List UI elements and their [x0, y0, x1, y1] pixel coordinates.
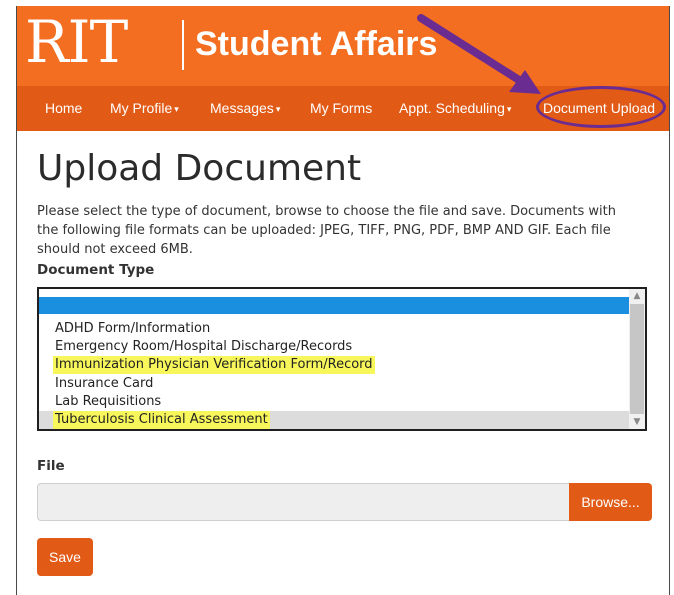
chevron-down-icon[interactable]: ▼ — [629, 415, 645, 429]
option-label: Emergency Room/Hospital Discharge/Record… — [55, 339, 353, 354]
list-option-insurance-card[interactable]: Insurance Card — [39, 375, 631, 393]
save-button[interactable]: Save — [37, 538, 93, 576]
file-input[interactable] — [37, 483, 569, 521]
chevron-down-icon: ▾ — [506, 104, 512, 114]
list-option-lab-requisitions[interactable]: Lab Requisitions — [39, 393, 631, 411]
file-label: File — [37, 458, 65, 474]
annotation-ellipse — [536, 86, 666, 128]
scroll-thumb[interactable] — [630, 304, 644, 414]
document-type-label: Document Type — [37, 262, 155, 278]
logo-divider — [182, 20, 184, 70]
list-option-immunization[interactable]: Immunization Physician Verification Form… — [39, 356, 631, 374]
nav-home-label: Home — [45, 100, 83, 116]
browse-button[interactable]: Browse... — [569, 483, 652, 521]
nav-appt-scheduling[interactable]: Appt. Scheduling ▾ — [399, 86, 511, 131]
site-header: RIT Student Affairs — [17, 6, 669, 86]
listbox-scrollbar[interactable]: ▲ ▼ — [629, 289, 645, 429]
nav-messages-label: Messages — [210, 100, 274, 116]
chevron-down-icon: ▾ — [174, 104, 179, 114]
site-title: Student Affairs — [195, 25, 438, 63]
rit-logo[interactable]: RIT — [25, 6, 128, 80]
nav-my-forms[interactable]: My Forms — [310, 86, 372, 131]
chevron-up-icon[interactable]: ▲ — [629, 289, 645, 303]
chevron-down-icon: ▾ — [275, 104, 281, 114]
nav-messages[interactable]: Messages ▾ — [210, 86, 280, 131]
nav-my-profile[interactable]: My Profile ▾ — [110, 86, 179, 131]
nav-my-forms-label: My Forms — [310, 100, 373, 116]
option-label: ADHD Form/Information — [55, 321, 211, 336]
list-option-emergency-room[interactable]: Emergency Room/Hospital Discharge/Record… — [39, 338, 631, 356]
list-option-tuberculosis[interactable]: Tuberculosis Clinical Assessment — [39, 411, 631, 429]
instructions-text: Please select the type of document, brow… — [37, 204, 616, 257]
option-label: Tuberculosis Clinical Assessment — [53, 411, 270, 429]
page-title: Upload Document — [37, 148, 362, 189]
option-label: Insurance Card — [55, 376, 154, 391]
nav-appt-scheduling-label: Appt. Scheduling — [399, 100, 505, 116]
document-type-selected-option[interactable] — [39, 297, 631, 314]
list-option-adhd[interactable]: ADHD Form/Information — [39, 320, 631, 338]
option-label: Lab Requisitions — [55, 394, 162, 409]
option-label: Immunization Physician Verification Form… — [53, 356, 375, 374]
document-type-listbox[interactable]: ADHD Form/Information Emergency Room/Hos… — [37, 287, 647, 431]
nav-home[interactable]: Home — [45, 86, 82, 131]
nav-my-profile-label: My Profile — [110, 100, 173, 116]
page-frame: RIT Student Affairs Home My Profile ▾ Mes… — [16, 6, 670, 595]
